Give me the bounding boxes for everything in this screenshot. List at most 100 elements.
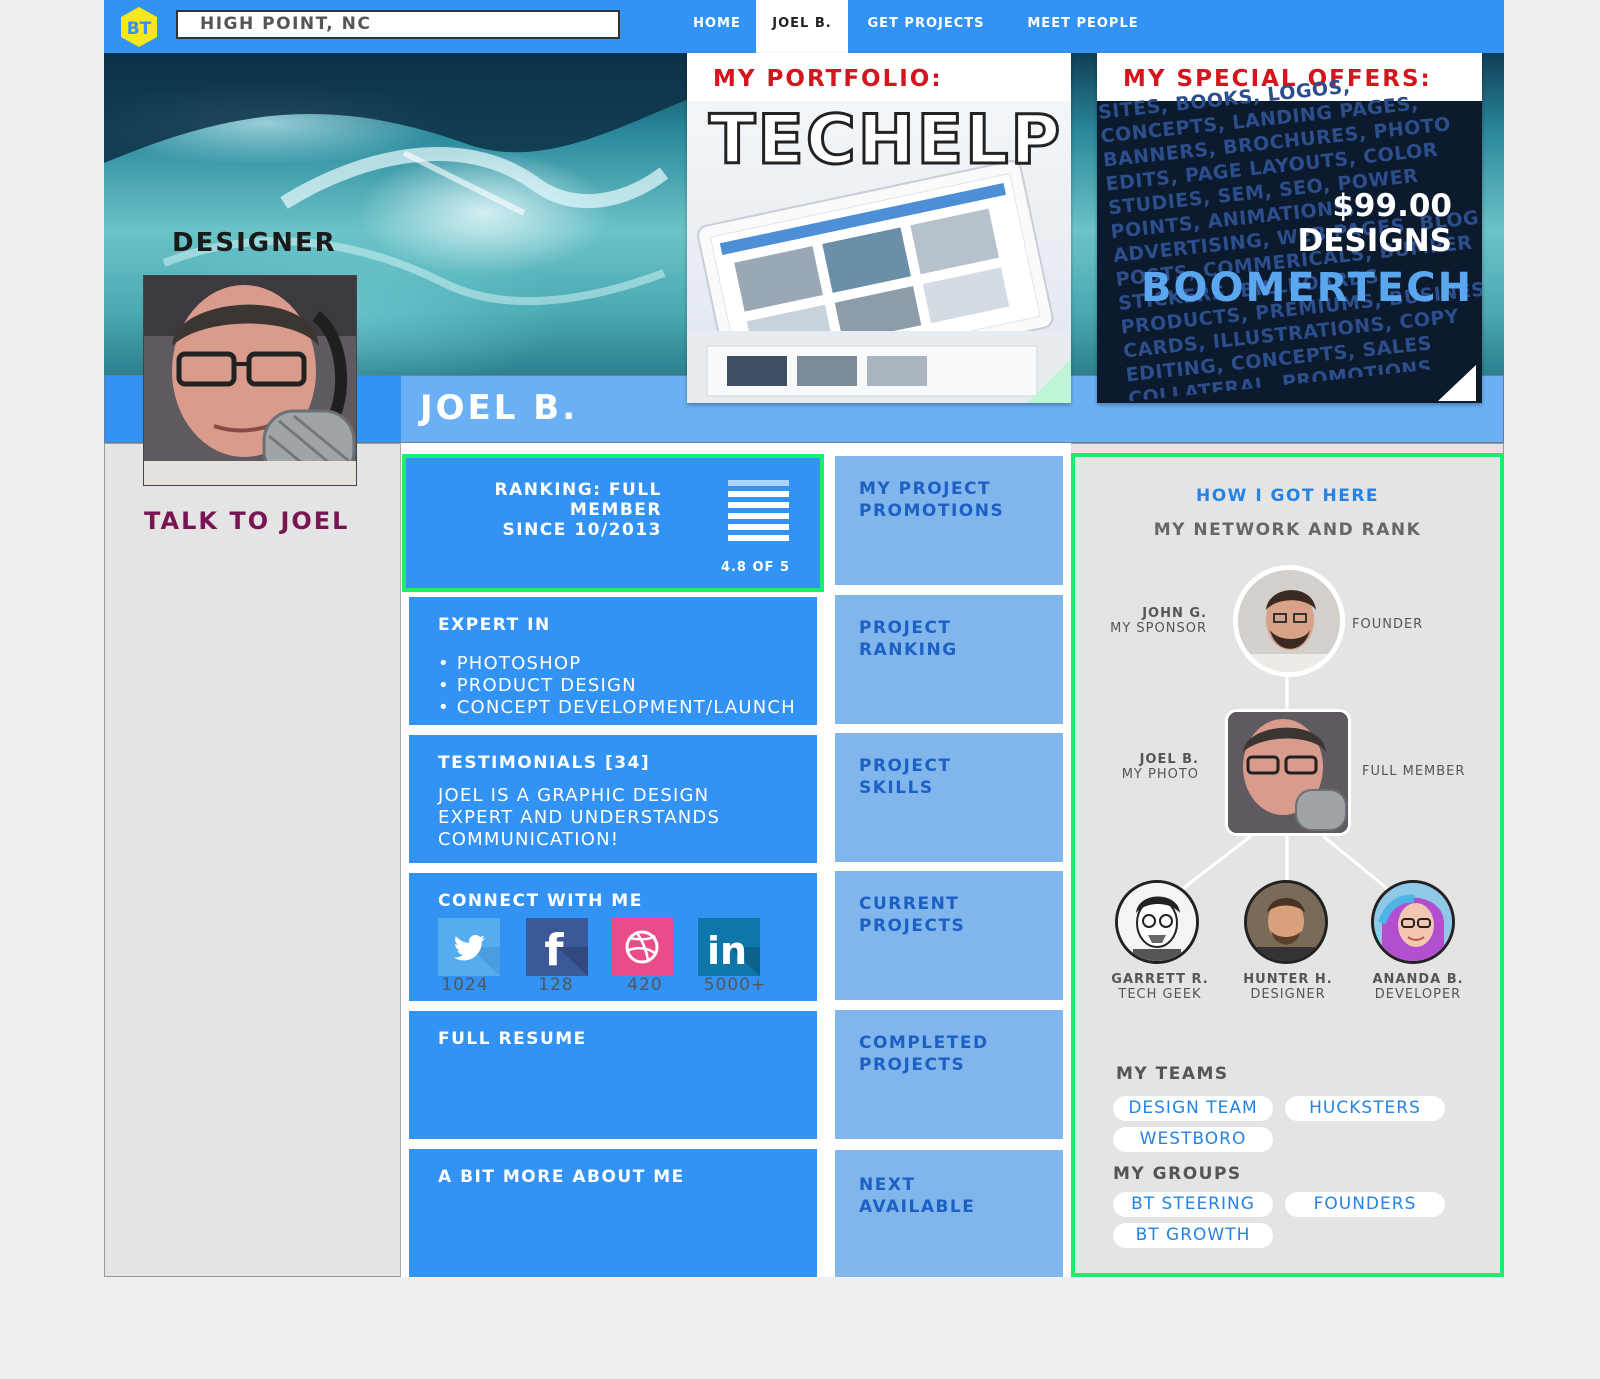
child-name: GARRETT R. — [1111, 972, 1209, 987]
groups-heading: MY GROUPS — [1113, 1164, 1242, 1184]
expert-tile[interactable]: EXPERT IN • PHOTOSHOP • PRODUCT DESIGN •… — [409, 597, 817, 725]
offer-item: DESIGNS — [1297, 223, 1453, 259]
child-role: DEVELOPER — [1374, 987, 1462, 1002]
expert-item: • PRODUCT DESIGN — [438, 675, 637, 696]
special-offers-card[interactable]: MY SPECIAL OFFERS: SITES, BOOKS, LOGOS, … — [1097, 53, 1482, 403]
tile-label: CURRENT — [859, 894, 960, 914]
child-avatar-ananda[interactable] — [1371, 880, 1455, 964]
group-pill[interactable]: FOUNDERS — [1285, 1192, 1445, 1217]
child-role: TECH GEEK — [1118, 987, 1202, 1002]
nav-home[interactable]: HOME — [678, 0, 756, 53]
me-rank: FULL MEMBER — [1362, 764, 1466, 779]
sponsor-info: JOHN G. MY SPONSOR — [1101, 606, 1207, 636]
portfolio-card[interactable]: MY PORTFOLIO: TECHELP — [687, 53, 1071, 403]
me-avatar[interactable] — [1225, 709, 1351, 836]
child-name: ANANDA B. — [1372, 972, 1464, 987]
svg-text:in: in — [707, 929, 747, 973]
child-info-hunter: HUNTER H. DESIGNER — [1232, 972, 1344, 1002]
tile-label: NEXT — [859, 1175, 916, 1195]
me-photo — [1228, 712, 1348, 833]
full-resume-tile[interactable]: FULL RESUME — [409, 1011, 817, 1139]
testimonial-line: EXPERT AND UNDERSTANDS — [438, 807, 721, 828]
profile-photo — [144, 276, 356, 485]
tile-label: RANKING — [859, 640, 958, 660]
svg-text:BT: BT — [127, 19, 152, 39]
tile-label: AVAILABLE — [859, 1197, 976, 1217]
ranking-bars-icon — [728, 480, 789, 546]
bt-logo[interactable]: BT — [118, 6, 160, 48]
tile-label: MY PROJECT — [859, 479, 992, 499]
team-pill[interactable]: DESIGN TEAM — [1113, 1096, 1273, 1121]
completed-projects-tile[interactable]: COMPLETED PROJECTS — [835, 1010, 1063, 1139]
expert-item: • PHOTOSHOP — [438, 653, 582, 674]
ranking-score: 4.8 OF 5 — [720, 560, 790, 575]
ranking-label-line2: SINCE 10/2013 — [502, 520, 662, 540]
nav-meet-people[interactable]: MEET PEOPLE — [1018, 0, 1148, 53]
child-name: HUNTER H. — [1243, 972, 1333, 987]
testimonials-title: TESTIMONIALS [34] — [438, 753, 651, 773]
sponsor-avatar[interactable] — [1233, 565, 1345, 677]
portfolio-title: MY PORTFOLIO: — [687, 53, 1071, 101]
dribbble-icon[interactable] — [611, 918, 673, 976]
ranking-label-line1: RANKING: FULL MEMBER — [494, 480, 662, 520]
facebook-icon[interactable]: f — [526, 918, 588, 976]
tile-label: PROJECTS — [859, 916, 966, 936]
talk-to-link[interactable]: TALK TO JOEL — [144, 507, 349, 535]
tile-label: PROJECT — [859, 756, 952, 776]
group-pill[interactable]: BT STEERING — [1113, 1192, 1273, 1217]
linkedin-icon[interactable]: in — [698, 918, 760, 976]
teams-heading: MY TEAMS — [1116, 1064, 1229, 1084]
network-subtitle: MY NETWORK AND RANK — [1153, 520, 1422, 540]
child-avatar-hunter[interactable] — [1244, 880, 1328, 964]
sponsor-relation: MY SPONSOR — [1110, 621, 1207, 636]
cartoon-avatar — [1118, 883, 1196, 961]
sponsor-rank: FOUNDER — [1352, 617, 1424, 632]
about-title: A BIT MORE ABOUT ME — [438, 1167, 685, 1187]
nav-profile[interactable]: JOEL B. — [756, 0, 848, 53]
nav-get-projects[interactable]: GET PROJECTS — [856, 0, 996, 53]
hunter-photo — [1247, 883, 1325, 961]
project-ranking-tile[interactable]: PROJECT RANKING — [835, 595, 1063, 724]
dribbble-count: 420 — [627, 975, 663, 995]
offer-brand: BOOMERTECH — [1141, 265, 1474, 311]
tile-label: PROMOTIONS — [859, 501, 1005, 521]
testimonials-tile[interactable]: TESTIMONIALS [34] JOEL IS A GRAPHIC DESI… — [409, 735, 817, 863]
twitter-count: 1024 — [441, 975, 489, 995]
next-available-tile[interactable]: NEXT AVAILABLE — [835, 1150, 1063, 1277]
facebook-count: 128 — [538, 975, 574, 995]
group-pill[interactable]: BT GROWTH — [1113, 1223, 1273, 1248]
resume-title: FULL RESUME — [438, 1029, 587, 1049]
ranking-tile[interactable]: RANKING: FULL MEMBER SINCE 10/2013 4.8 O… — [402, 454, 824, 592]
sponsor-name: JOHN G. — [1142, 606, 1207, 621]
linkedin-count: 5000+ — [703, 975, 767, 995]
ranking-label: RANKING: FULL MEMBER SINCE 10/2013 — [406, 480, 662, 540]
child-info-ananda: ANANDA B. DEVELOPER — [1362, 972, 1474, 1002]
tile-label: PROJECT — [859, 618, 952, 638]
profile-name: JOEL B. — [420, 388, 579, 428]
about-me-tile[interactable]: A BIT MORE ABOUT ME — [409, 1149, 817, 1277]
how-i-got-here-link[interactable]: HOW I GOT HERE — [1071, 486, 1504, 506]
expert-title: EXPERT IN — [438, 615, 551, 635]
child-role: DESIGNER — [1250, 987, 1326, 1002]
me-name: JOEL B. — [1139, 752, 1199, 767]
sponsor-photo — [1238, 570, 1340, 672]
profile-role: DESIGNER — [172, 228, 337, 258]
tile-label: COMPLETED — [859, 1033, 989, 1053]
twitter-icon[interactable] — [438, 918, 500, 976]
tile-label: PROJECTS — [859, 1055, 966, 1075]
project-promotions-tile[interactable]: MY PROJECT PROMOTIONS — [835, 456, 1063, 585]
profile-avatar[interactable] — [143, 275, 357, 486]
team-pill[interactable]: HUCKSTERS — [1285, 1096, 1445, 1121]
child-avatar-garrett[interactable] — [1115, 880, 1199, 964]
current-projects-tile[interactable]: CURRENT PROJECTS — [835, 871, 1063, 1000]
expert-item: • CONCEPT DEVELOPMENT/LAUNCH — [438, 697, 796, 718]
team-pill[interactable]: WESTBORO — [1113, 1127, 1273, 1152]
location-search-input[interactable]: HIGH POINT, NC — [176, 10, 620, 39]
connect-title: CONNECT WITH ME — [438, 891, 643, 911]
page-curl-icon — [1438, 365, 1476, 401]
portfolio-project-name: TECHELP — [707, 100, 1063, 182]
project-skills-tile[interactable]: PROJECT SKILLS — [835, 733, 1063, 862]
child-info-garrett: GARRETT R. TECH GEEK — [1104, 972, 1216, 1002]
tile-label: SKILLS — [859, 778, 934, 798]
me-relation: MY PHOTO — [1121, 767, 1199, 782]
